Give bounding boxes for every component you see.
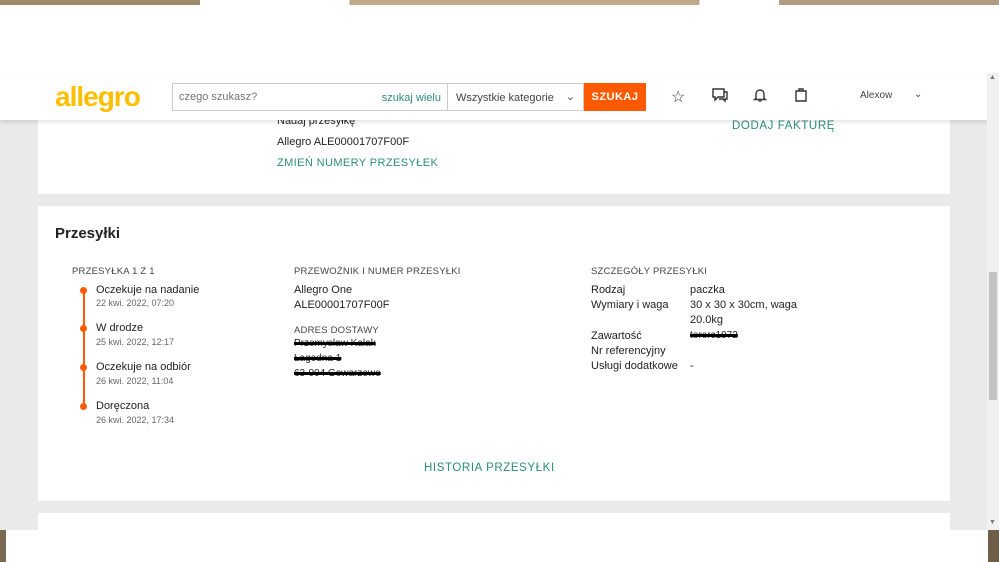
shipment-history-link[interactable]: HISTORIA PRZESYŁKI bbox=[424, 462, 555, 474]
package-counter-label: PRZESYŁKA 1 Z 1 bbox=[72, 266, 155, 277]
site-header: allegro szukaj wielu Wszystkie kategorie… bbox=[0, 73, 999, 120]
scroll-down-icon[interactable]: ▼ bbox=[989, 519, 996, 526]
detail-value: 20.0kg bbox=[690, 314, 724, 326]
background-edge bbox=[0, 530, 6, 562]
detail-value: - bbox=[690, 360, 694, 372]
timeline-dot bbox=[80, 403, 87, 410]
detail-key: Wymiary i waga bbox=[591, 299, 669, 311]
timeline-status: Doręczona bbox=[96, 400, 150, 412]
carrier-tracking-number: ALE00001707F00F bbox=[294, 299, 390, 311]
chat-icon[interactable] bbox=[711, 87, 729, 108]
blank-band bbox=[0, 5, 999, 73]
timeline-status: W drodze bbox=[96, 322, 144, 334]
detail-key: Nr referencyjny bbox=[591, 345, 666, 357]
change-tracking-numbers-link[interactable]: ZMIEŃ NUMERY PRZESYŁEK bbox=[277, 157, 438, 169]
timeline-date: 22 kwi. 2022, 07:20 bbox=[96, 298, 175, 308]
detail-key: Zawartość bbox=[591, 330, 642, 342]
timeline-date: 26 kwi. 2022, 11:04 bbox=[96, 376, 174, 386]
timeline-dot bbox=[80, 287, 87, 294]
chevron-down-icon[interactable]: ⌄ bbox=[914, 89, 922, 100]
timeline-dot bbox=[80, 325, 87, 332]
tracking-number: Allegro ALE00001707F00F bbox=[277, 136, 410, 148]
cart-icon[interactable] bbox=[793, 87, 809, 108]
search-multiple-link[interactable]: szukaj wielu bbox=[382, 92, 441, 104]
address-line: Łagodna 1 bbox=[294, 353, 342, 364]
user-account-name[interactable]: Alexow bbox=[860, 90, 892, 101]
address-line: 63-004 Gowarzewo bbox=[294, 368, 381, 379]
blank-band bbox=[0, 530, 999, 562]
detail-value: tererc1972 bbox=[690, 330, 738, 341]
section-title: Przesyłki bbox=[55, 225, 121, 242]
scroll-up-icon[interactable]: ▲ bbox=[989, 74, 996, 81]
timeline-date: 26 kwi. 2022, 17:34 bbox=[96, 415, 175, 425]
carrier-label: PRZEWOŹNIK I NUMER PRZESYŁKI bbox=[294, 266, 461, 277]
shipments-card bbox=[38, 206, 950, 501]
detail-value: paczka bbox=[690, 284, 725, 296]
detail-key: Rodzaj bbox=[591, 284, 626, 296]
scrollbar-thumb[interactable] bbox=[989, 272, 997, 400]
timeline-dot bbox=[80, 364, 87, 371]
delivery-address-label: ADRES DOSTAWY bbox=[294, 325, 379, 336]
search-input[interactable] bbox=[179, 84, 379, 110]
address-line: Przemysław Kalak bbox=[294, 338, 376, 349]
browser-viewport: allegro szukaj wielu Wszystkie kategorie… bbox=[0, 0, 999, 562]
search-box[interactable]: szukaj wielu bbox=[172, 83, 448, 111]
timeline-status: Oczekuje na nadanie bbox=[96, 284, 200, 296]
carrier-name: Allegro One bbox=[294, 284, 353, 296]
bell-icon[interactable] bbox=[752, 87, 768, 108]
timeline-status: Oczekuje na odbiór bbox=[96, 361, 191, 373]
timeline-date: 25 kwi. 2022, 12:17 bbox=[96, 337, 175, 347]
search-button[interactable]: SZUKAJ bbox=[584, 83, 646, 111]
detail-value: 30 x 30 x 30cm, waga bbox=[690, 299, 798, 311]
timeline-line bbox=[83, 290, 85, 406]
background-edge bbox=[988, 530, 999, 562]
category-select[interactable]: Wszystkie kategorie ⌄ bbox=[448, 83, 584, 111]
add-invoice-link[interactable]: DODAJ FAKTURĘ bbox=[732, 120, 835, 132]
details-label: SZCZEGÓŁY PRZESYŁKI bbox=[591, 266, 708, 277]
detail-key: Usługi dodatkowe bbox=[591, 360, 678, 372]
star-icon[interactable]: ☆ bbox=[671, 87, 685, 107]
allegro-logo[interactable]: allegro bbox=[55, 81, 141, 113]
chevron-down-icon: ⌄ bbox=[565, 91, 575, 103]
category-select-value: Wszystkie kategorie bbox=[456, 92, 554, 104]
